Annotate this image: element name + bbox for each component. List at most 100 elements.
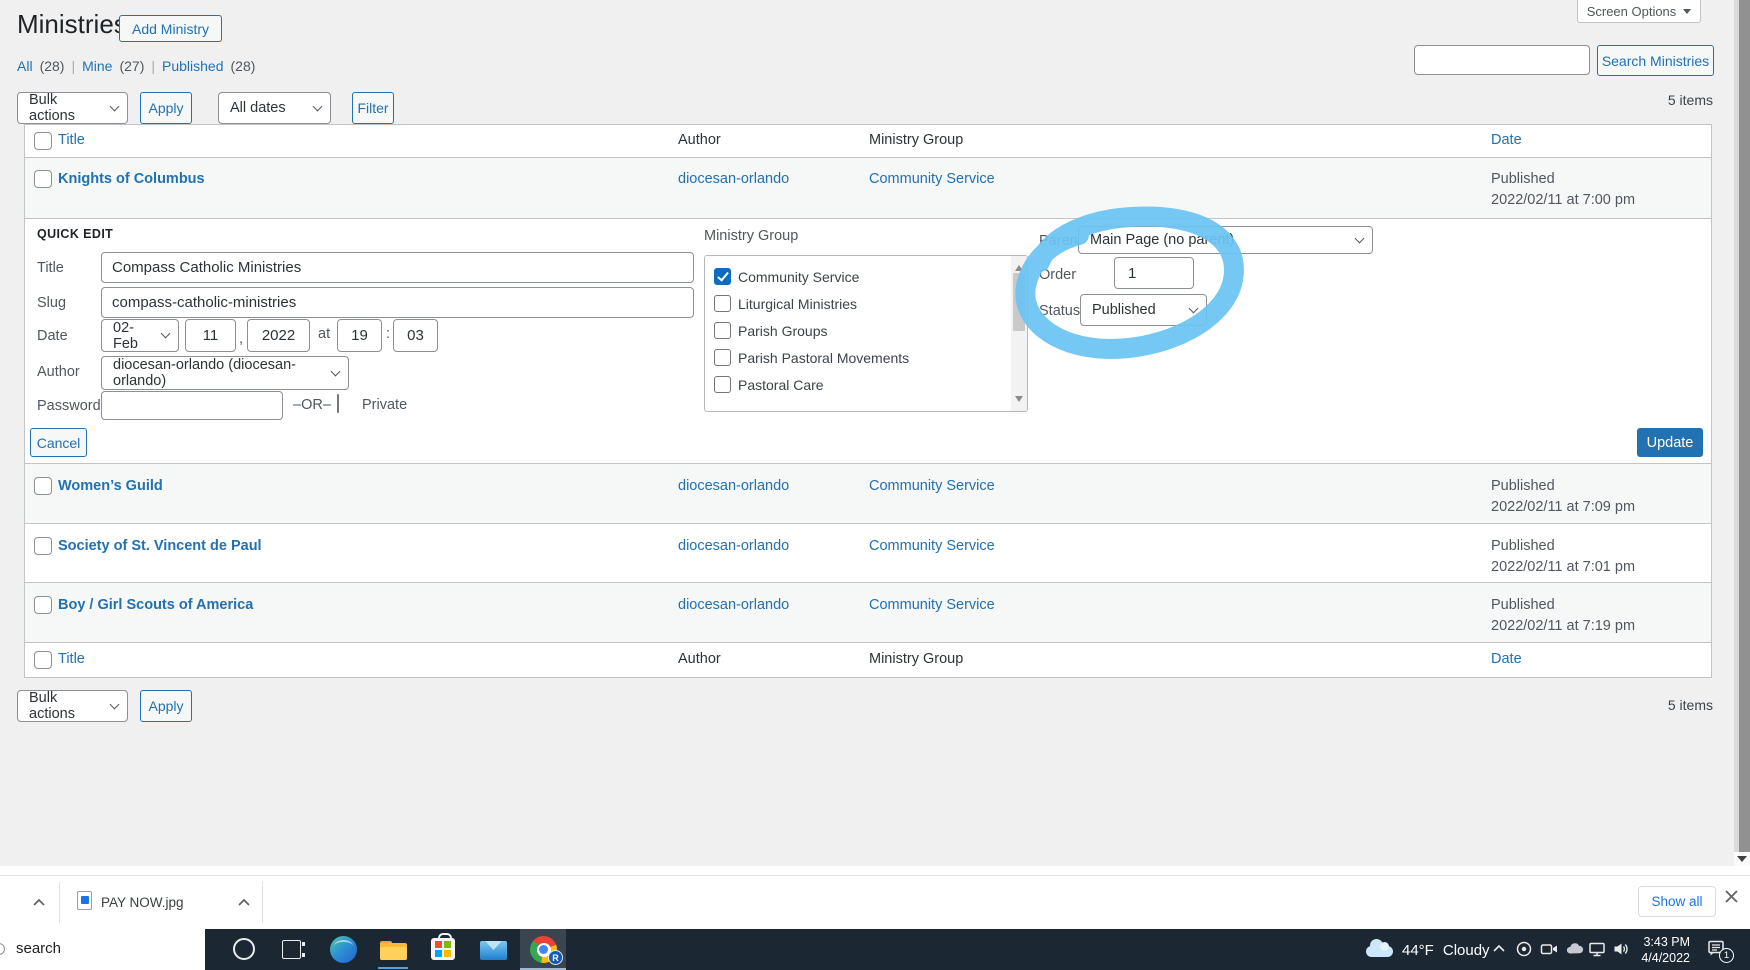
filter-published-link[interactable]: Published <box>162 58 224 74</box>
cancel-button[interactable]: Cancel <box>30 428 87 457</box>
weather-cloud-icon[interactable] <box>1366 939 1393 957</box>
slug-field[interactable] <box>101 287 694 318</box>
password-field[interactable] <box>101 391 283 420</box>
scroll-down-icon[interactable] <box>1015 396 1023 406</box>
filter-button[interactable]: Filter <box>352 92 394 124</box>
taskbar-search-box[interactable]: search <box>0 929 205 970</box>
download-item-menu-icon[interactable] <box>236 895 252 911</box>
row-author-link[interactable]: diocesan-orlando <box>678 597 789 613</box>
onedrive-icon[interactable] <box>1564 940 1584 958</box>
select-all-checkbox[interactable] <box>34 651 52 669</box>
ministries-table: Title Author Ministry Group Date Knights… <box>24 124 1712 678</box>
row-group-link[interactable]: Community Service <box>869 597 995 613</box>
month-select[interactable]: 02-Feb <box>101 319 179 352</box>
checkbox[interactable] <box>714 376 731 393</box>
all-dates-select[interactable]: All dates <box>218 92 331 124</box>
microsoft-store-icon[interactable] <box>431 933 455 960</box>
row-checkbox[interactable] <box>34 537 52 555</box>
row-group-link[interactable]: Community Service <box>869 171 995 187</box>
row-title-link[interactable]: Women’s Guild <box>58 478 163 494</box>
network-icon[interactable] <box>1588 940 1607 958</box>
update-button[interactable]: Update <box>1637 428 1703 457</box>
hour-field[interactable] <box>337 319 382 352</box>
checkbox[interactable] <box>714 295 731 312</box>
row-title-link[interactable]: Society of St. Vincent de Paul <box>58 538 262 554</box>
close-icon[interactable] <box>1724 889 1739 904</box>
scrollbar-thumb[interactable] <box>1013 273 1025 331</box>
row-status: Published <box>1491 171 1555 187</box>
list-item[interactable]: Parish Groups <box>714 322 827 339</box>
title-field[interactable] <box>101 252 694 283</box>
download-filename[interactable]: PAY NOW.jpg <box>101 895 184 910</box>
slug-label: Slug <box>37 295 67 311</box>
day-field[interactable] <box>185 319 236 352</box>
file-explorer-icon[interactable] <box>380 941 407 960</box>
meet-now-icon[interactable] <box>1540 940 1559 958</box>
add-ministry-button[interactable]: Add Ministry <box>119 15 223 42</box>
search-input[interactable] <box>1414 45 1590 75</box>
notification-count-badge: 1 <box>1719 948 1734 963</box>
column-title[interactable]: Title <box>58 132 85 148</box>
row-author-link[interactable]: diocesan-orlando <box>678 538 789 554</box>
row-title-link[interactable]: Boy / Girl Scouts of America <box>58 597 253 613</box>
speaker-icon[interactable] <box>1612 940 1631 958</box>
list-item[interactable]: Pastoral Care <box>714 376 824 393</box>
filter-all-link[interactable]: All <box>17 58 33 74</box>
apply-button[interactable]: Apply <box>140 92 192 124</box>
divider <box>0 866 1750 875</box>
checkbox[interactable] <box>714 322 731 339</box>
author-select[interactable]: diocesan-orlando (diocesan-orlando) <box>101 356 349 390</box>
taskbar-clock[interactable]: 3:43 PM 4/4/2022 <box>1630 934 1690 966</box>
list-item[interactable]: Liturgical Ministries <box>714 295 857 312</box>
bulk-actions-select[interactable]: Bulk actions <box>17 690 128 722</box>
apply-button[interactable]: Apply <box>140 690 192 722</box>
mail-icon[interactable] <box>480 941 507 960</box>
chrome-profile-badge: R <box>548 950 563 965</box>
select-all-checkbox[interactable] <box>34 132 52 150</box>
row-date: Published 2022/02/11 at 7:00 pm <box>1491 169 1635 211</box>
column-date[interactable]: Date <box>1491 132 1522 148</box>
tray-record-icon[interactable] <box>1515 940 1533 958</box>
checkbox[interactable] <box>714 349 731 366</box>
row-author-link[interactable]: diocesan-orlando <box>678 478 789 494</box>
row-status: Published <box>1491 538 1555 554</box>
column-date[interactable]: Date <box>1491 651 1522 667</box>
row-group-link[interactable]: Community Service <box>869 478 995 494</box>
parent-select[interactable]: Main Page (no parent) <box>1078 226 1373 254</box>
cortana-icon[interactable] <box>233 938 255 960</box>
weather-widget[interactable]: 44°F Cloudy <box>1402 942 1490 959</box>
scrollbar[interactable] <box>1011 256 1027 411</box>
checkbox[interactable] <box>714 268 731 285</box>
search-ministries-button[interactable]: Search Ministries <box>1597 45 1714 76</box>
private-checkbox[interactable] <box>337 394 339 413</box>
show-all-button[interactable]: Show all <box>1638 886 1716 917</box>
row-checkbox[interactable] <box>34 596 52 614</box>
row-group-link[interactable]: Community Service <box>869 538 995 554</box>
collapse-bar-icon[interactable] <box>31 895 47 911</box>
page-scrollbar[interactable] <box>1734 0 1750 866</box>
task-view-icon[interactable] <box>282 940 305 959</box>
chevron-down-icon <box>1354 233 1365 243</box>
list-item[interactable]: Community Service <box>714 268 859 285</box>
row-checkbox[interactable] <box>34 170 52 188</box>
column-title[interactable]: Title <box>58 651 85 667</box>
status-select[interactable]: Published <box>1080 294 1207 326</box>
edge-icon[interactable] <box>330 936 357 963</box>
minute-field[interactable] <box>393 319 438 352</box>
scroll-up-icon[interactable] <box>1015 261 1023 271</box>
row-author-link[interactable]: diocesan-orlando <box>678 171 789 187</box>
order-field[interactable] <box>1114 257 1194 289</box>
row-title-link[interactable]: Knights of Columbus <box>58 171 205 187</box>
bulk-actions-select[interactable]: Bulk actions <box>17 92 128 124</box>
filter-mine-link[interactable]: Mine <box>82 58 112 74</box>
image-file-icon <box>77 891 92 910</box>
screen-options-button[interactable]: Screen Options <box>1577 0 1701 23</box>
comma-text: , <box>239 331 244 347</box>
weather-condition: Cloudy <box>1442 942 1490 959</box>
filter-all-count: (28) <box>39 58 65 74</box>
row-checkbox[interactable] <box>34 477 52 495</box>
list-item[interactable]: Parish Pastoral Movements <box>714 349 909 366</box>
year-field[interactable] <box>247 319 310 352</box>
table-row: Knights of Columbus diocesan-orlando Com… <box>25 157 1711 218</box>
hidden-icons-chevron-icon[interactable] <box>1490 940 1508 958</box>
